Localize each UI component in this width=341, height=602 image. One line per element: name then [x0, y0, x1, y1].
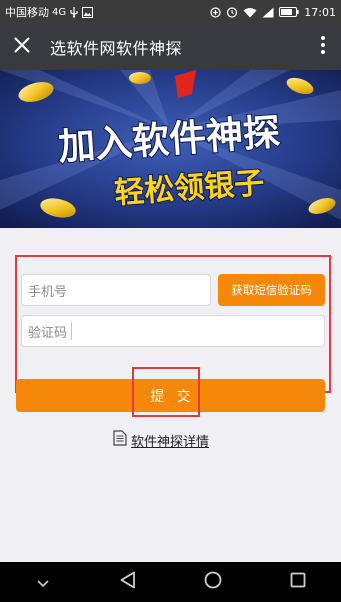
image-icon — [82, 6, 94, 18]
recents-square-icon — [290, 572, 306, 592]
back-triangle-icon — [120, 571, 136, 593]
wifi-icon — [243, 7, 257, 18]
form-highlight-box: 手机号 获取短信验证码 验证码 — [15, 255, 331, 393]
usb-icon — [69, 6, 79, 18]
chevron-down-icon — [37, 573, 49, 592]
page-title: 选软件网软件神探 — [50, 39, 183, 58]
coin-decoration — [129, 72, 151, 84]
details-link[interactable]: 软件神探详情 — [113, 430, 209, 450]
home-circle-icon — [204, 571, 222, 593]
signal-icon — [262, 7, 274, 18]
document-icon — [113, 430, 127, 450]
hide-keyboard-button[interactable] — [23, 562, 63, 602]
code-input[interactable] — [72, 317, 324, 345]
more-vertical-icon — [321, 36, 325, 58]
home-button[interactable] — [193, 562, 233, 602]
get-sms-code-button[interactable]: 获取短信验证码 — [218, 274, 325, 306]
alarm-icon — [226, 6, 238, 18]
back-button[interactable] — [108, 562, 148, 602]
banner-graphic: 加入软件神探 轻松领银子 — [0, 70, 341, 228]
nav-bar: 选软件网软件神探 — [0, 24, 341, 70]
code-field[interactable]: 验证码 — [21, 315, 325, 347]
form-area: 手机号 获取短信验证码 验证码 提交 软件神探详情 — [0, 228, 341, 562]
phone-field[interactable]: 手机号 — [21, 274, 248, 306]
close-icon — [14, 37, 30, 57]
close-button[interactable] — [0, 24, 44, 70]
details-link-text: 软件神探详情 — [131, 434, 210, 450]
code-label: 验证码 — [28, 325, 68, 341]
system-nav-bar — [0, 562, 341, 602]
more-button[interactable] — [305, 24, 341, 70]
promo-banner: 加入软件神探 轻松领银子 — [0, 70, 341, 228]
submit-button[interactable]: 提交 — [16, 379, 325, 412]
recents-button[interactable] — [278, 562, 318, 602]
phone-label: 手机号 — [28, 284, 68, 300]
carrier-info: 中国移动 4G — [5, 4, 94, 20]
battery-icon — [279, 7, 299, 17]
battery-saver-icon — [210, 6, 221, 18]
status-right: 17:01 — [210, 6, 336, 19]
status-time: 17:01 — [304, 5, 336, 19]
status-bar: 中国移动 4G 17:01 — [0, 0, 341, 24]
network-type: 4G — [52, 6, 67, 18]
carrier-name: 中国移动 — [5, 6, 49, 19]
